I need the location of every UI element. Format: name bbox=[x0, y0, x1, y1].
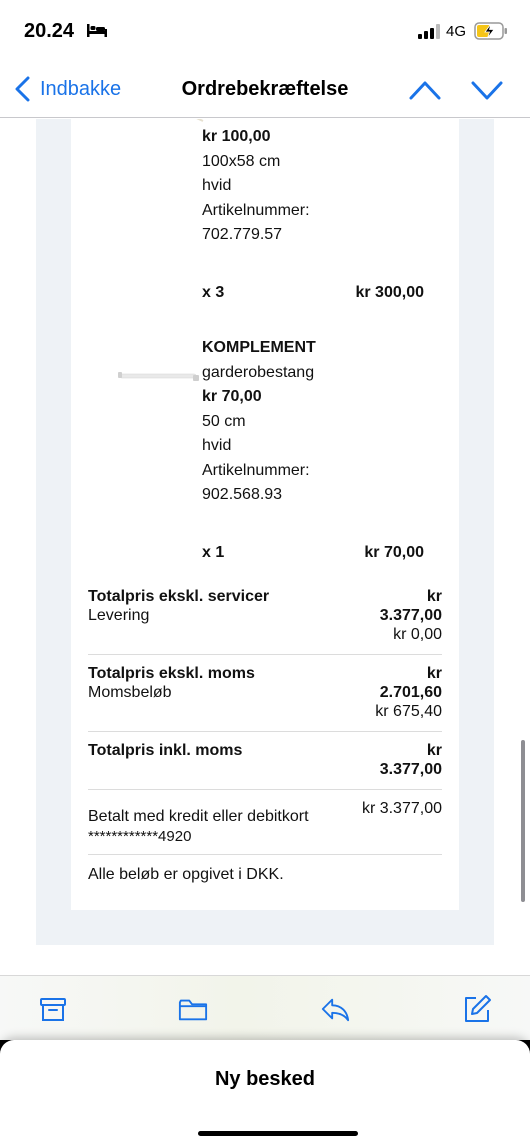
archive-icon[interactable] bbox=[38, 994, 68, 1024]
excl-services-label: Totalpris ekskl. servicer bbox=[88, 588, 270, 605]
wardrobe-rod-product-image bbox=[118, 372, 199, 381]
item-1-price: kr 100,00 bbox=[202, 128, 271, 145]
shelf-product-image bbox=[196, 119, 204, 122]
next-message-button[interactable] bbox=[470, 77, 504, 103]
item-1-color: hvid bbox=[202, 177, 232, 194]
payment-info: Betalt med kredit eller debitkort ******… bbox=[88, 800, 442, 845]
item-2-quantity: x 1 bbox=[202, 544, 225, 561]
home-indicator[interactable] bbox=[198, 1131, 358, 1136]
currency-note: Alle beløb er opgivet i DKK. bbox=[88, 866, 284, 883]
excl-vat-currency: kr bbox=[426, 665, 442, 682]
paid-with-label: Betalt med kredit eller debitkort bbox=[88, 808, 309, 825]
item-1-article-label: Artikelnummer: bbox=[202, 202, 310, 219]
reply-icon[interactable] bbox=[320, 994, 350, 1024]
item-2-description: garderobestang bbox=[202, 364, 315, 381]
currency-note-row: Alle beløb er opgivet i DKK. bbox=[88, 866, 442, 888]
delivery-value: kr 0,00 bbox=[393, 626, 442, 643]
scrollbar[interactable] bbox=[521, 740, 525, 902]
divider bbox=[88, 654, 442, 655]
item-2-article-label: Artikelnummer: bbox=[202, 462, 310, 479]
vat-label: Momsbeløb bbox=[88, 684, 172, 701]
incl-vat-value: 3.377,00 bbox=[379, 761, 442, 778]
item-2-name: KOMPLEMENT bbox=[202, 339, 316, 356]
previous-message-button[interactable] bbox=[408, 77, 442, 103]
new-message-sheet[interactable]: Ny besked bbox=[0, 1040, 530, 1147]
navigation-bar: Indbakke Ordrebekræftelse bbox=[0, 62, 530, 118]
item-1-line-total: kr 300,00 bbox=[355, 284, 424, 301]
summary-excl-services: Totalpris ekskl. servicer Levering kr 3.… bbox=[88, 588, 442, 648]
status-bar: 20.24 4G bbox=[0, 0, 530, 62]
delivery-label: Levering bbox=[88, 607, 150, 624]
vat-value: kr 675,40 bbox=[375, 703, 442, 720]
cellular-signal-icon bbox=[418, 24, 440, 39]
item-1-article-number: 702.779.57 bbox=[202, 226, 283, 243]
item-1-quantity: x 3 bbox=[202, 284, 225, 301]
excl-services-currency: kr bbox=[426, 588, 442, 605]
item-2-size: 50 cm bbox=[202, 413, 246, 430]
summary-incl-vat: Totalpris inkl. moms kr 3.377,00 bbox=[88, 742, 442, 784]
page-title: Ordrebekræftelse bbox=[181, 78, 349, 100]
mail-toolbar bbox=[0, 975, 530, 1041]
divider bbox=[88, 854, 442, 855]
email-body[interactable]: hylde kr 100,00 100x58 cm hvid Artikelnu… bbox=[0, 119, 530, 974]
excl-vat-label: Totalpris ekskl. moms bbox=[88, 665, 255, 682]
excl-services-value: 3.377,00 bbox=[379, 607, 442, 624]
divider bbox=[88, 731, 442, 732]
excl-vat-value: 2.701,60 bbox=[379, 684, 442, 701]
network-type: 4G bbox=[446, 23, 467, 40]
masked-card-number: ************4920 bbox=[88, 828, 192, 845]
summary-excl-vat: Totalpris ekskl. moms Momsbeløb kr 2.701… bbox=[88, 665, 442, 725]
item-1-size: 100x58 cm bbox=[202, 153, 281, 170]
item-2-price: kr 70,00 bbox=[202, 388, 262, 405]
folder-icon[interactable] bbox=[178, 994, 208, 1024]
incl-vat-currency: kr bbox=[426, 742, 442, 759]
compose-icon[interactable] bbox=[462, 994, 492, 1024]
incl-vat-label: Totalpris inkl. moms bbox=[88, 742, 243, 759]
new-message-button[interactable]: Ny besked bbox=[0, 1068, 530, 1091]
divider bbox=[88, 789, 442, 790]
paid-amount: kr 3.377,00 bbox=[361, 800, 442, 817]
battery-charging-icon bbox=[474, 22, 507, 40]
status-time: 20.24 bbox=[24, 20, 75, 42]
item-2-article-number: 902.568.93 bbox=[202, 486, 283, 503]
sleep-focus-icon bbox=[87, 24, 107, 37]
item-2-line-total: kr 70,00 bbox=[364, 544, 424, 561]
item-2-color: hvid bbox=[202, 437, 232, 454]
